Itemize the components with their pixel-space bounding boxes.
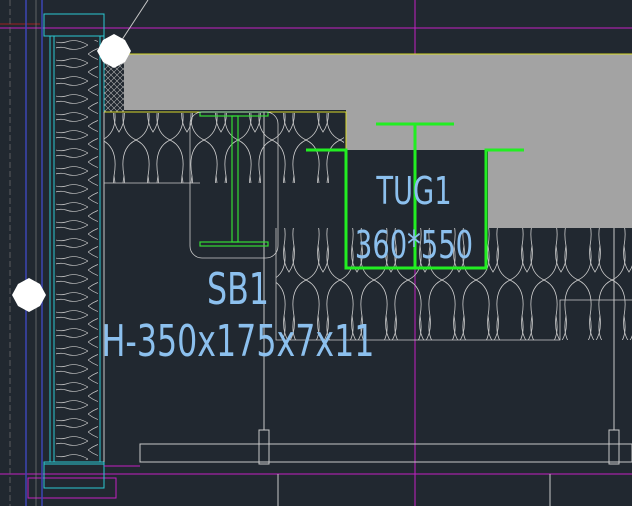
beam-tug1-name: TUG1 — [375, 168, 451, 213]
ceiling-insulation-left — [104, 113, 344, 183]
beam-sb1-section-label: H-350x175x7x11 — [102, 316, 375, 368]
cad-canvas[interactable]: TUG1 360*550 SB1 H-350x175x7x11 — [0, 0, 632, 506]
beam-tug1-size: 360*550 — [355, 222, 473, 267]
beam-sb1-name: SB1 — [207, 264, 269, 316]
wall-insulation — [56, 40, 98, 460]
